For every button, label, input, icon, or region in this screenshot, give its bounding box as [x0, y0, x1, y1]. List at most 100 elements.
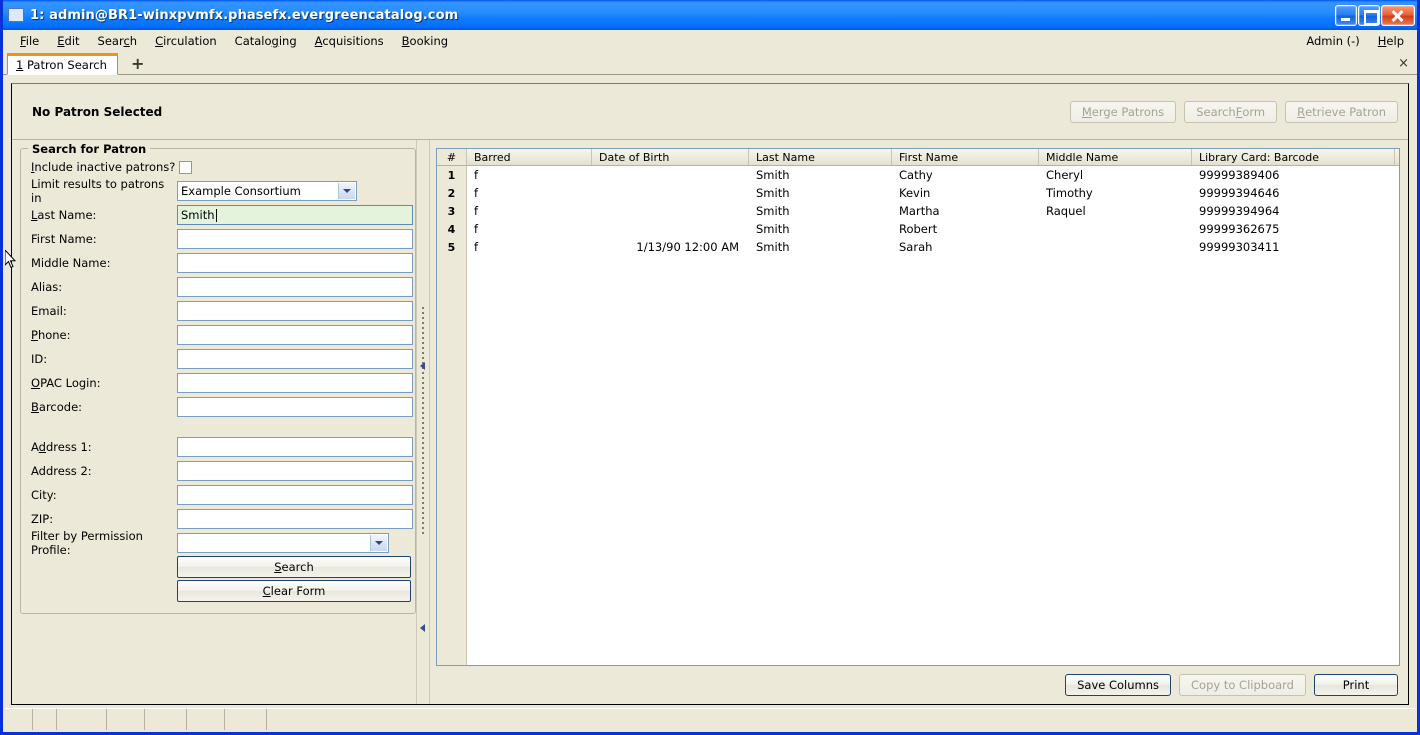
cell-barcode: 99999389406 [1199, 168, 1280, 182]
column-header-num[interactable]: # [437, 149, 467, 165]
opac-login-input[interactable] [177, 373, 413, 393]
column-header-middle_name[interactable]: Middle Name [1039, 149, 1192, 165]
menu-acquisitions[interactable]: Acquisitions [306, 32, 393, 50]
cell-num: 3 [437, 202, 467, 220]
cell-middle_name: Timothy [1046, 186, 1093, 200]
maximize-button[interactable] [1358, 4, 1380, 26]
search-button[interactable]: Search [177, 556, 411, 578]
field-row-alias: Alias: [29, 275, 413, 299]
barcode-input[interactable] [177, 397, 413, 417]
application-window: 1: admin@BR1-winxpvmfx.phasefx.evergreen… [0, 0, 1420, 735]
address2-label: Address 2: [31, 464, 92, 478]
address1-input[interactable] [177, 437, 413, 457]
cell-first_name: Robert [899, 222, 938, 236]
middle-name-input[interactable] [177, 253, 413, 273]
pane-splitter[interactable] [416, 140, 430, 704]
field-spacer [29, 419, 407, 435]
menu-file[interactable]: File [11, 32, 48, 50]
email-input[interactable] [177, 301, 413, 321]
minimize-button[interactable] [1335, 4, 1357, 26]
close-tab-icon[interactable]: × [1398, 56, 1409, 71]
include-inactive-checkbox[interactable] [179, 160, 192, 174]
client-area: File Edit Search Circulation Cataloging … [3, 30, 1417, 732]
status-segment-6 [187, 709, 225, 730]
city-control [177, 485, 413, 505]
copy-to-clipboard-button[interactable]: Copy to Clipboard [1179, 674, 1306, 696]
middle-name-control [177, 253, 413, 273]
limit-results-label: Limit results to patrons in [31, 177, 165, 205]
table-row[interactable]: 4 f Smith Robert 99999362675 [437, 220, 1399, 238]
menu-cataloging[interactable]: Cataloging [226, 32, 306, 50]
app-icon [8, 8, 24, 22]
maximize-icon [1359, 6, 1379, 25]
status-segment-5 [145, 709, 187, 730]
field-row-email: Email: [29, 299, 413, 323]
field-row-include-inactive: Include inactive patrons? [29, 155, 407, 179]
menu-search[interactable]: Search [89, 32, 147, 50]
field-row-middle-name: Middle Name: [29, 251, 413, 275]
cell-first_name: Cathy [899, 168, 933, 182]
splitter-collapse-arrow-bottom[interactable] [420, 624, 425, 632]
patron-action-buttons: Merge Patrons Search Form Retrieve Patro… [1069, 100, 1398, 123]
table-row[interactable]: 1 f Smith Cathy Cheryl 99999389406 [437, 166, 1399, 184]
column-header-first_name[interactable]: First Name [892, 149, 1039, 165]
clear-form-button[interactable]: Clear Form [177, 580, 411, 602]
table-row[interactable]: 3 f Smith Martha Raquel 99999394964 [437, 202, 1399, 220]
results-action-buttons: Save Columns Copy to Clipboard Print [436, 666, 1400, 704]
search-form-button[interactable]: Search Form [1184, 100, 1278, 123]
barcode-label: Barcode: [31, 400, 83, 414]
cell-first_name: Kevin [899, 186, 931, 200]
splitter-collapse-arrow-top[interactable] [420, 362, 425, 370]
save-columns-button[interactable]: Save Columns [1065, 674, 1172, 696]
status-segment-4 [107, 709, 145, 730]
cell-middle_name [1039, 238, 1192, 256]
id-input[interactable] [177, 349, 413, 369]
tab-patron-search[interactable]: 1 Patron Search [7, 53, 118, 75]
include-inactive-label: Include inactive patrons? [31, 160, 176, 174]
new-tab-button[interactable]: + [126, 56, 149, 72]
search-pane: Search for Patron Include inactive patro… [12, 140, 416, 704]
phone-input[interactable] [177, 325, 413, 345]
address2-input[interactable] [177, 461, 413, 481]
status-segment-3 [57, 709, 107, 730]
column-header-last_name[interactable]: Last Name [749, 149, 892, 165]
retrieve-patron-button[interactable]: Retrieve Patron [1285, 100, 1398, 123]
menu-help[interactable]: Help [1369, 32, 1413, 50]
print-button[interactable]: Print [1314, 674, 1398, 696]
cell-middle_name: Cheryl [1046, 168, 1084, 182]
zip-input[interactable] [177, 509, 413, 529]
tab-label: Patron Search [26, 58, 107, 72]
results-pane: # Barred Date of Birth Last Name First Name M… [430, 140, 1408, 704]
merge-patrons-button[interactable]: Merge Patrons [1069, 100, 1177, 123]
field-row-address1: Address 1: [29, 435, 413, 459]
include-inactive-control [177, 160, 407, 174]
limit-results-select[interactable]: Example Consortium [177, 181, 357, 201]
close-button[interactable] [1381, 4, 1415, 26]
menu-booking[interactable]: Booking [393, 32, 457, 50]
field-row-permission-profile: Filter by Permission Profile: [29, 529, 407, 557]
cell-first_name: Martha [899, 204, 940, 218]
last-name-label: Last Name: [31, 208, 97, 222]
tab-bar: 1 Patron Search + × [3, 51, 1417, 75]
column-header-barred[interactable]: Barred [467, 149, 592, 165]
menu-circulation[interactable]: Circulation [146, 32, 226, 50]
menu-edit[interactable]: Edit [48, 32, 88, 50]
last-name-input[interactable]: Smith [177, 205, 413, 225]
table-row[interactable]: 5 f 1/13/90 12:00 AM Smith Sarah 99999303411 [437, 238, 1399, 256]
menu-bar-right: Admin (-) Help [1297, 32, 1413, 50]
permission-profile-select[interactable] [177, 533, 389, 553]
search-group-title: Search for Patron [28, 142, 151, 156]
city-input[interactable] [177, 485, 413, 505]
field-row-address2: Address 2: [29, 459, 413, 483]
limit-results-value: Example Consortium [181, 184, 301, 198]
field-row-barcode: Barcode: [29, 395, 413, 419]
alias-input[interactable] [177, 277, 413, 297]
search-button-control: Search [177, 556, 411, 578]
last-name-control: Smith [177, 205, 413, 225]
first-name-input[interactable] [177, 229, 413, 249]
table-row[interactable]: 2 f Smith Kevin Timothy 99999394646 [437, 184, 1399, 202]
column-header-dob[interactable]: Date of Birth [592, 149, 749, 165]
column-header-barcode[interactable]: Library Card: Barcode [1192, 149, 1395, 165]
menu-admin[interactable]: Admin (-) [1297, 32, 1368, 50]
results-grid-rows: 1 f Smith Cathy Cheryl 99999389406 2 f Smith Kevi… [437, 166, 1399, 256]
